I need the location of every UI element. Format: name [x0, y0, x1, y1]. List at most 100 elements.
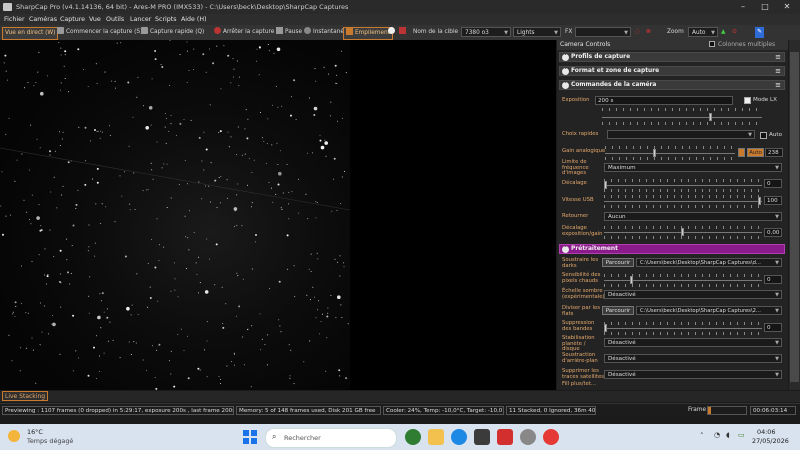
menu-icon[interactable]: ≡: [775, 67, 781, 76]
star: [127, 81, 130, 84]
banding-value[interactable]: 0: [764, 323, 782, 332]
target-icon[interactable]: [399, 27, 408, 38]
star: [137, 314, 139, 316]
start-icon[interactable]: [242, 429, 258, 445]
edge-icon[interactable]: [451, 429, 467, 445]
darks-browse-button[interactable]: Parcourir: [602, 258, 634, 267]
taskbar-search[interactable]: ⌕ Rechercher: [265, 428, 397, 448]
usb-speed-value[interactable]: 100: [764, 196, 782, 205]
satellite-select[interactable]: Désactivé ▼: [604, 370, 782, 379]
tray-chevron-icon[interactable]: ˄: [700, 432, 704, 440]
menu-lancer[interactable]: Lancer: [130, 16, 151, 23]
volume-icon[interactable]: ◖: [726, 431, 730, 439]
dark-scale-select[interactable]: Désactivé ▼: [604, 290, 782, 299]
menu-outils[interactable]: Outils: [106, 16, 124, 23]
quick-choice-select[interactable]: ▼: [607, 130, 755, 139]
gain-slider[interactable]: [605, 153, 735, 154]
weather-temp[interactable]: 16°C: [27, 428, 43, 436]
magnifier-icon[interactable]: ⊙: [732, 27, 737, 38]
menu-capture[interactable]: Capture: [60, 16, 85, 23]
flip-select[interactable]: Aucun ▼: [604, 212, 782, 221]
minimize-button[interactable]: –: [732, 1, 754, 13]
exp-gain-offset-value[interactable]: 0,00: [764, 228, 782, 237]
reticle-icon[interactable]: ⊗: [646, 27, 651, 38]
snapshot-button[interactable]: Instantané: [304, 27, 344, 38]
banding-slider[interactable]: [604, 328, 762, 329]
star: [324, 141, 329, 145]
file-explorer-icon[interactable]: [428, 429, 444, 445]
gain-value[interactable]: 238: [765, 148, 783, 157]
offset-value[interactable]: 0: [764, 179, 782, 188]
fx-select[interactable]: ▼: [575, 27, 631, 37]
clock-date[interactable]: 27/05/2026: [752, 437, 789, 445]
start-capture-button[interactable]: Commencer la capture (S): [57, 27, 142, 38]
section-capture-profiles[interactable]: ˅ Profils de capture ≡: [559, 52, 785, 62]
section-camera-controls[interactable]: ˄ Commandes de la caméra ≡: [559, 80, 785, 90]
record-icon[interactable]: [388, 27, 397, 38]
exposure-field[interactable]: 200 s: [595, 96, 733, 105]
section-preprocessing[interactable]: ˄ Prétraitement: [559, 244, 785, 254]
usb-speed-slider-thumb[interactable]: [758, 197, 761, 205]
menu-scripts[interactable]: Scripts: [155, 16, 177, 23]
menu-cameras[interactable]: Caméras: [29, 16, 57, 23]
stop-capture-button[interactable]: Arrêter la capture: [214, 27, 274, 38]
offset-slider[interactable]: [604, 185, 762, 186]
scrollbar-thumb[interactable]: [790, 52, 799, 382]
chrome-icon[interactable]: [543, 429, 559, 445]
mode-lx-checkbox[interactable]: [744, 97, 751, 104]
live-view-button[interactable]: Vue en direct (W): [2, 27, 59, 40]
star: [313, 106, 318, 111]
zoom-select[interactable]: Auto ▼: [688, 27, 718, 37]
title-bar: SharpCap Pro (v4.1.14136, 64 bit) - Ares…: [0, 0, 800, 14]
gain-stepper[interactable]: [738, 148, 745, 157]
pause-button[interactable]: Pause: [276, 27, 302, 38]
histogram-icon[interactable]: ▲: [721, 27, 725, 38]
wifi-icon[interactable]: ◔: [714, 431, 720, 439]
maximize-button[interactable]: □: [754, 1, 776, 13]
stabilization-select[interactable]: Désactivé ▼: [604, 338, 782, 347]
app-icon-green[interactable]: [405, 429, 421, 445]
crosshair-icon[interactable]: ◌: [635, 27, 640, 38]
star: [4, 54, 7, 57]
close-button[interactable]: ✕: [776, 1, 798, 13]
app-icon-dark[interactable]: [474, 429, 490, 445]
app-icon-red[interactable]: [497, 429, 513, 445]
gain-auto-button[interactable]: Auto: [747, 148, 764, 157]
offset-slider-thumb[interactable]: [604, 181, 607, 189]
flats-browse-button[interactable]: Parcourir: [602, 306, 634, 315]
gain-slider-thumb[interactable]: [653, 149, 656, 157]
menu-aide[interactable]: Aide (H): [181, 16, 207, 23]
exposure-slider[interactable]: [602, 117, 762, 118]
weather-icon[interactable]: [8, 430, 20, 442]
sharpcap-taskbar-icon[interactable]: [520, 429, 536, 445]
menu-icon[interactable]: ≡: [775, 53, 781, 62]
live-stacking-tab[interactable]: Live Stacking: [2, 391, 49, 401]
hot-pixel-slider[interactable]: [604, 280, 762, 281]
hot-pixel-value[interactable]: 0: [764, 275, 782, 284]
battery-icon[interactable]: ▭: [738, 431, 745, 439]
menu-fichier[interactable]: Fichier: [4, 16, 25, 23]
exp-gain-offset-thumb[interactable]: [681, 228, 684, 236]
weather-desc[interactable]: Temps dégagé: [27, 437, 73, 445]
menu-vue[interactable]: Vue: [89, 16, 101, 23]
bg-subtract-select[interactable]: Désactivé ▼: [604, 354, 782, 363]
frame-rate-select[interactable]: Maximum ▼: [604, 163, 782, 172]
brush-icon[interactable]: ✎: [755, 27, 764, 38]
banding-thumb[interactable]: [604, 324, 607, 332]
flats-path-select[interactable]: C:\Users\beck\Desktop\SharpCap Captures\…: [636, 306, 782, 315]
stacking-button[interactable]: Empilement: [343, 27, 393, 40]
star: [281, 105, 283, 107]
exposure-auto-checkbox[interactable]: [760, 132, 767, 139]
quick-capture-button[interactable]: Capture rapide (Q): [141, 27, 204, 38]
section-capture-format[interactable]: ˅ Format et zone de capture ≡: [559, 66, 785, 76]
image-viewer[interactable]: [0, 40, 556, 390]
menu-icon[interactable]: ≡: [775, 81, 781, 90]
exposure-slider-thumb[interactable]: [709, 113, 712, 121]
hot-pixel-thumb[interactable]: [630, 276, 633, 284]
usb-speed-slider[interactable]: [604, 201, 762, 202]
darks-path-select[interactable]: C:\Users\beck\Desktop\SharpCap Captures\…: [636, 258, 782, 267]
frame-type-select[interactable]: Lights ▼: [513, 27, 561, 37]
clock-time[interactable]: 04:06: [757, 428, 775, 436]
target-name-select[interactable]: 7380 o3 ▼: [461, 27, 511, 37]
multi-columns-checkbox[interactable]: [709, 41, 715, 47]
